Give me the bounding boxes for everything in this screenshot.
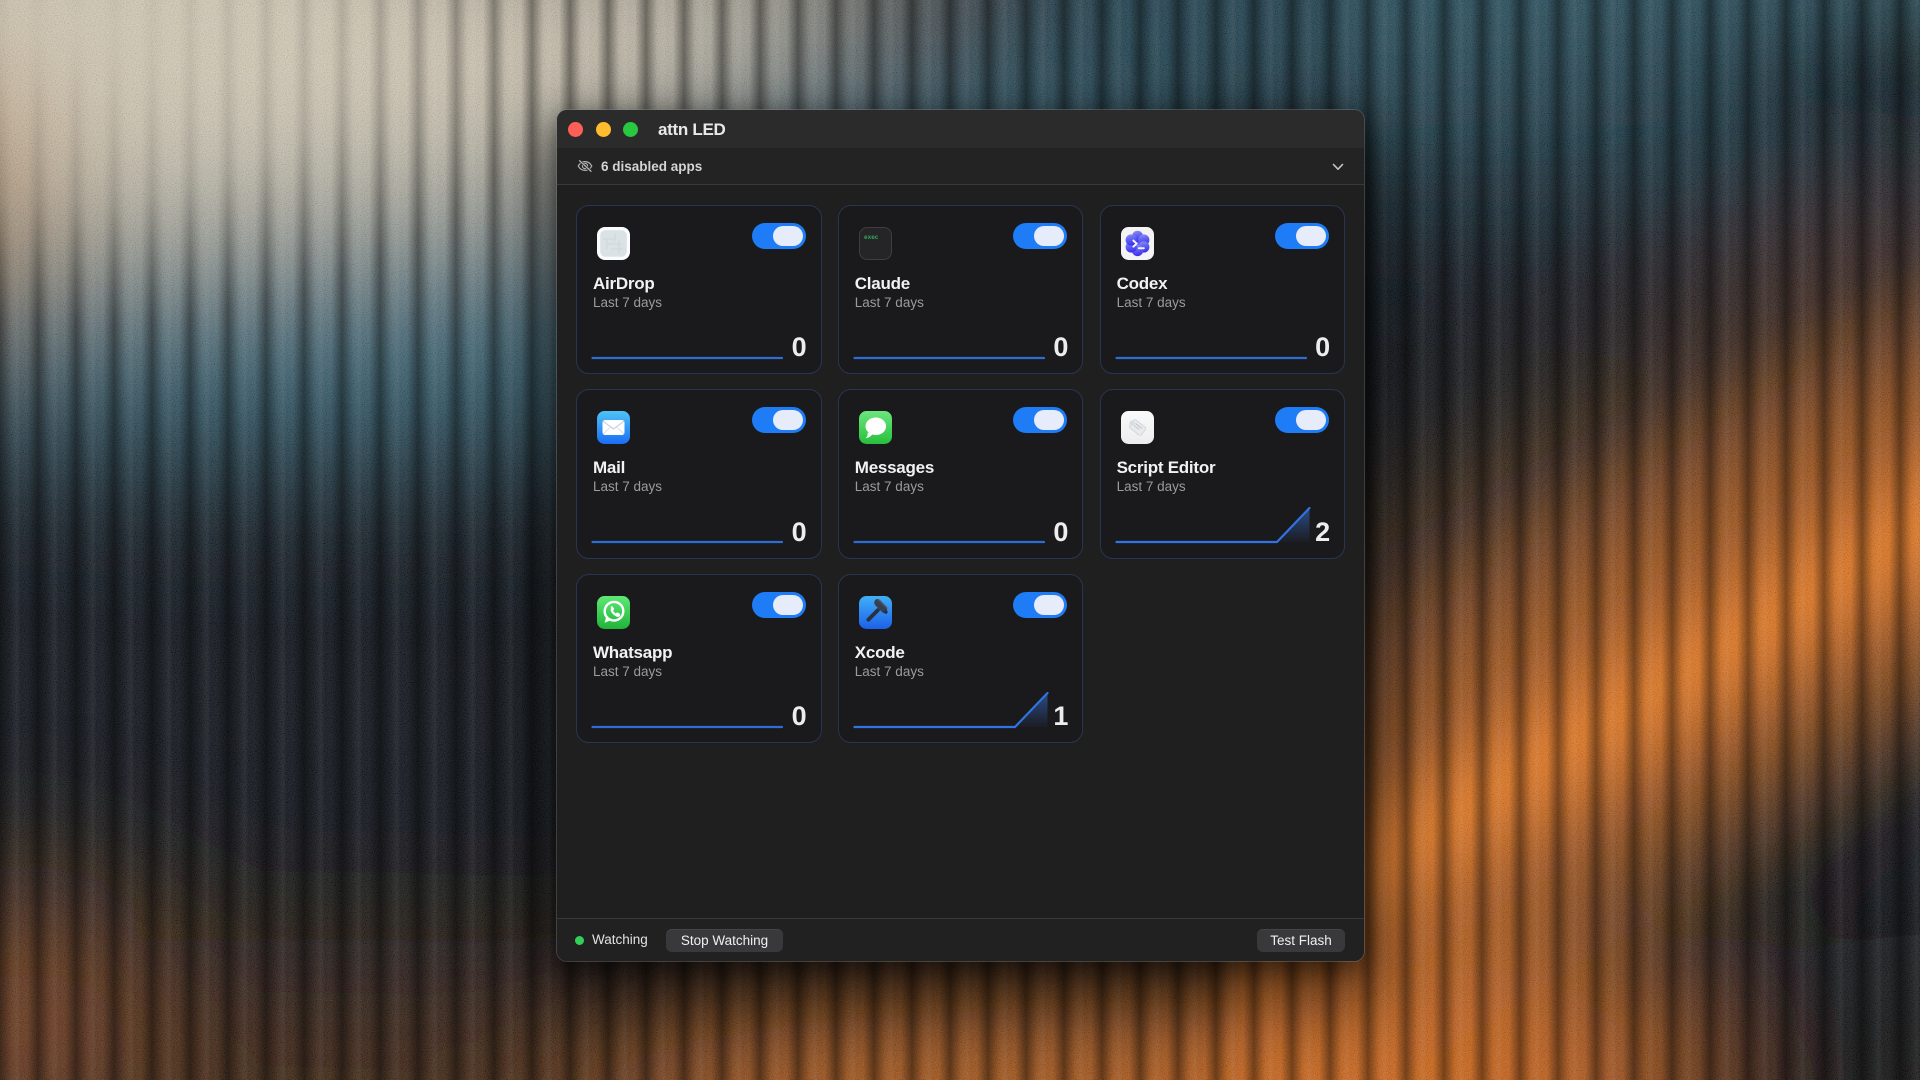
svg-text:exec: exec xyxy=(864,234,879,241)
